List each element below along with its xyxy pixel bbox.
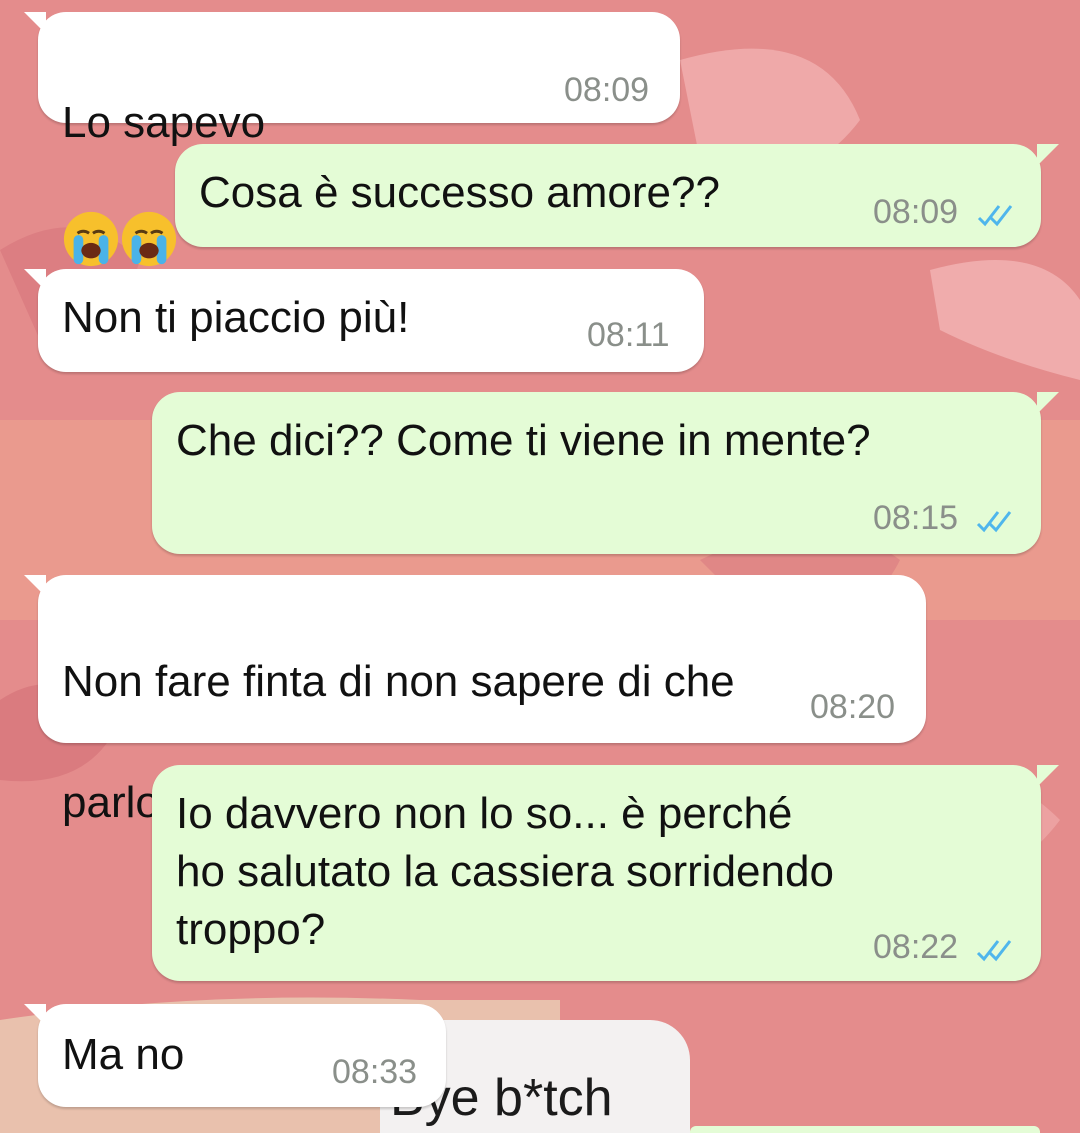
bubble-tail bbox=[1037, 144, 1059, 166]
message-text: Non ti piaccio più! bbox=[62, 293, 410, 342]
read-receipt-icon bbox=[977, 205, 1013, 227]
read-receipt-icon bbox=[976, 940, 1012, 962]
message-text: Non fare finta di non sapere di che bbox=[62, 657, 735, 706]
message-timestamp: 08:11 bbox=[587, 316, 670, 354]
message-text: Ma no bbox=[62, 1030, 185, 1079]
bubble-tail bbox=[1037, 765, 1059, 787]
message-timestamp: 08:20 bbox=[810, 688, 896, 726]
bubble-tail bbox=[24, 12, 46, 34]
message-text: Io davvero non lo so... è perché ho salu… bbox=[176, 789, 834, 954]
message-bubble-outgoing[interactable]: Io davvero non lo so... è perché ho salu… bbox=[152, 765, 1059, 981]
message-text: Cosa è successo amore?? bbox=[199, 168, 720, 217]
message-timestamp: 08:15 bbox=[873, 499, 959, 537]
message-bubble-incoming[interactable]: Non fare finta di non sapere di che parl… bbox=[24, 575, 926, 827]
bubble-tail bbox=[24, 1004, 46, 1026]
message-bubble-outgoing[interactable]: Cosa è successo amore?? 08:09 bbox=[175, 144, 1059, 247]
read-receipt-icon bbox=[976, 511, 1012, 533]
message-timestamp: 08:09 bbox=[564, 71, 650, 109]
message-text-continuation: parlo bbox=[62, 778, 160, 828]
message-bubble-incoming[interactable]: Lo sapevo 08:09 bbox=[24, 12, 680, 267]
message-timestamp: 08:09 bbox=[873, 193, 959, 231]
message-bubble-incoming[interactable]: Non ti piaccio più! 08:11 bbox=[24, 269, 704, 372]
loudly-crying-face-icon bbox=[62, 152, 120, 283]
message-timestamp: 08:22 bbox=[873, 928, 959, 966]
message-text: Lo sapevo bbox=[62, 98, 266, 147]
message-timestamp: 08:33 bbox=[332, 1053, 418, 1091]
message-text: Che dici?? Come ti viene in mente? bbox=[176, 416, 871, 465]
message-bubble-incoming[interactable]: Ma no 08:33 bbox=[24, 1004, 446, 1107]
bubble-tail bbox=[1037, 392, 1059, 414]
bubble-tail bbox=[24, 575, 46, 597]
message-bubble-outgoing-partial[interactable] bbox=[690, 1126, 1040, 1133]
bubble-tail bbox=[24, 269, 46, 291]
message-bubble-outgoing[interactable]: Che dici?? Come ti viene in mente? 08:15 bbox=[152, 392, 1059, 554]
loudly-crying-face-icon bbox=[120, 152, 178, 283]
